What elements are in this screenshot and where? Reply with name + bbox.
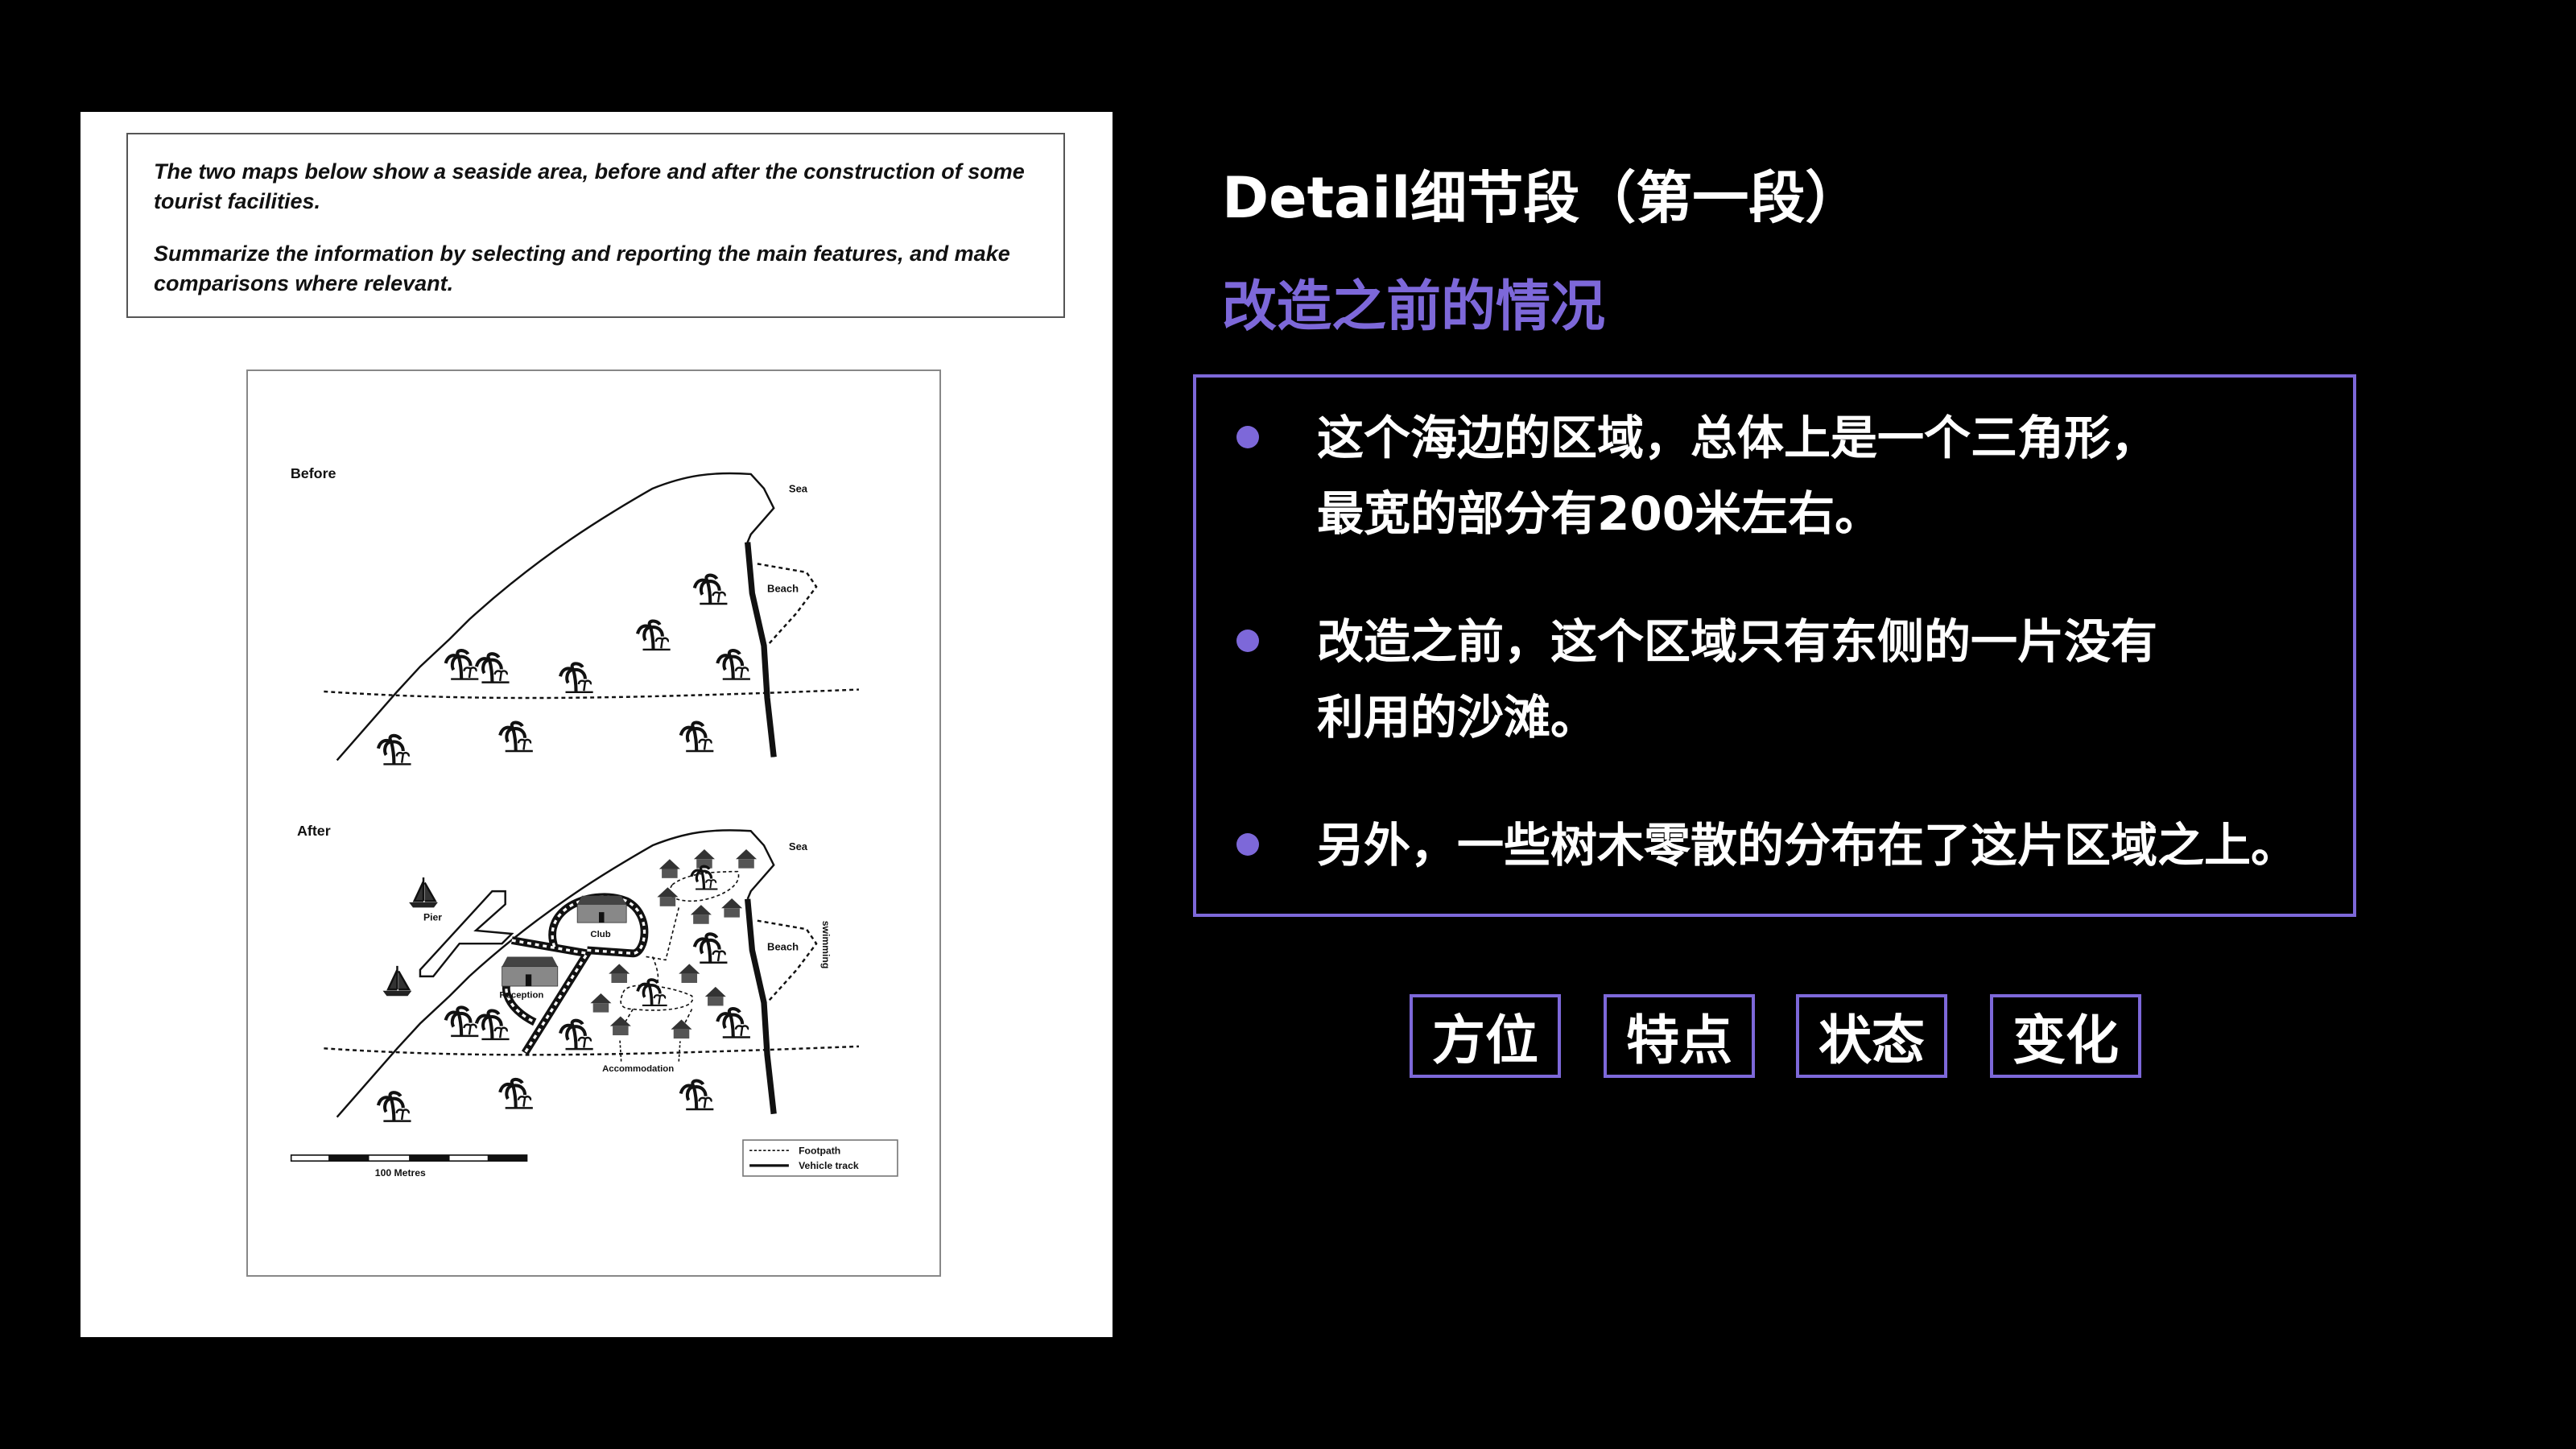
beach-label: Beach: [767, 582, 799, 594]
hut-icon: [609, 1016, 631, 1036]
hut-icon: [658, 859, 680, 878]
slide-title: Detail细节段（第一段）: [1222, 165, 1862, 231]
before-label: Before: [291, 465, 336, 481]
beach-outline: [757, 563, 818, 646]
accommodation-arrows: [619, 1039, 681, 1062]
club-label: Club: [590, 930, 610, 939]
palm-tree-icon: [636, 978, 669, 1007]
seaside-maps: Before Sea Beach After Sea Beach swimmin…: [290, 465, 898, 1179]
palm-tree-icon: [477, 654, 510, 682]
palm-tree-icon: [477, 1010, 510, 1038]
task-prompt-line-1: The two maps below show a seaside area, …: [154, 159, 1025, 213]
palm-tree-icon: [378, 736, 411, 764]
hut-icon: [609, 964, 630, 983]
accommodation-label: Accommodation: [602, 1064, 674, 1074]
palm-tree-icon: [638, 621, 671, 649]
bullet-text: 另外，一些树木零散的分布在了这片区域之上。: [1317, 818, 2298, 873]
bullet-box: 这个海边的区域，总体上是一个三角形， 最宽的部分有200米左右。 改造之前，这个…: [1193, 374, 2356, 917]
beach-outline: [757, 919, 818, 1004]
bullet-text: 利用的沙滩。: [1317, 690, 1598, 745]
palm-tree-icon: [500, 1080, 533, 1108]
pier-label: Pier: [423, 912, 442, 923]
sailboat-icon: [407, 876, 440, 909]
club-building: [576, 895, 627, 923]
tag-features: 特点: [1604, 994, 1755, 1078]
hut-icon: [690, 905, 712, 924]
hut-icon: [679, 964, 700, 983]
map-figure: Before Sea Beach After Sea Beach swimmin…: [246, 369, 941, 1277]
bullet-dot-icon: [1236, 833, 1259, 856]
palm-tree-icon: [500, 723, 533, 751]
hut-icon: [721, 898, 743, 918]
palm-tree-icon: [560, 1021, 593, 1049]
legend-vehicle-track: Vehicle track: [799, 1160, 859, 1171]
tag-orientation: 方位: [1410, 994, 1561, 1078]
bullet-dot-icon: [1236, 426, 1259, 448]
palm-tree-icon: [378, 1092, 411, 1121]
bullet-item: 改造之前，这个区域只有东侧的一片没有 利用的沙滩。: [1236, 604, 2157, 755]
sea-label: Sea: [789, 840, 808, 852]
beach-label: Beach: [767, 940, 799, 952]
hut-icon: [736, 849, 758, 869]
bullet-text: 这个海边的区域，总体上是一个三角形，: [1317, 411, 2158, 465]
palm-tree-icon: [446, 1007, 479, 1035]
palm-tree-icon: [560, 663, 593, 691]
before-map: Before Sea Beach: [291, 465, 859, 764]
bullet-item: 另外，一些树木零散的分布在了这片区域之上。: [1236, 807, 2297, 883]
hut-icon: [704, 986, 726, 1006]
bullet-item: 这个海边的区域，总体上是一个三角形， 最宽的部分有200米左右。: [1236, 400, 2157, 551]
footpath: [324, 688, 859, 700]
sailboat-icon: [382, 964, 413, 997]
palm-tree-icon: [717, 650, 750, 679]
scale-bar: 100 Metres: [290, 1154, 528, 1179]
map-legend: Footpath Vehicle track: [742, 1139, 898, 1177]
palm-tree-icon: [717, 1009, 750, 1037]
palm-tree-icon: [695, 934, 728, 962]
bullet-dot-icon: [1236, 630, 1259, 652]
hut-icon: [590, 993, 612, 1013]
after-label: After: [297, 823, 331, 839]
palm-tree-icon: [681, 1081, 714, 1109]
palm-tree-icon: [690, 865, 720, 891]
bullet-text: 改造之前，这个区域只有东侧的一片没有: [1317, 614, 2158, 669]
slide-subtitle: 改造之前的情况: [1222, 275, 1606, 339]
after-map: After Sea Beach swimming Pier Club Recep…: [297, 823, 859, 1121]
task-sheet: The two maps below show a seaside area, …: [80, 112, 1113, 1337]
palm-tree-icon: [681, 723, 714, 751]
task-prompt-box: The two maps below show a seaside area, …: [126, 133, 1065, 318]
swimming-label: swimming: [820, 921, 832, 969]
task-prompt-line-2: Summarize the information by selecting a…: [154, 242, 1010, 295]
scale-label: 100 Metres: [375, 1167, 426, 1179]
tag-change: 变化: [1990, 994, 2141, 1078]
legend-footpath: Footpath: [799, 1145, 840, 1156]
reception-label: Reception: [499, 991, 543, 1001]
bullet-text: 最宽的部分有200米左右。: [1317, 486, 1882, 541]
hut-icon: [657, 887, 679, 906]
reception-building: [502, 956, 559, 987]
palm-tree-icon: [446, 650, 479, 679]
hut-icon: [671, 1019, 692, 1039]
footpath: [324, 1045, 859, 1056]
coastline: [336, 472, 775, 762]
palm-tree-icon: [695, 576, 728, 604]
sea-label: Sea: [789, 483, 808, 495]
shoreline: [745, 542, 777, 758]
tag-status: 状态: [1796, 994, 1947, 1078]
shoreline: [745, 898, 777, 1115]
